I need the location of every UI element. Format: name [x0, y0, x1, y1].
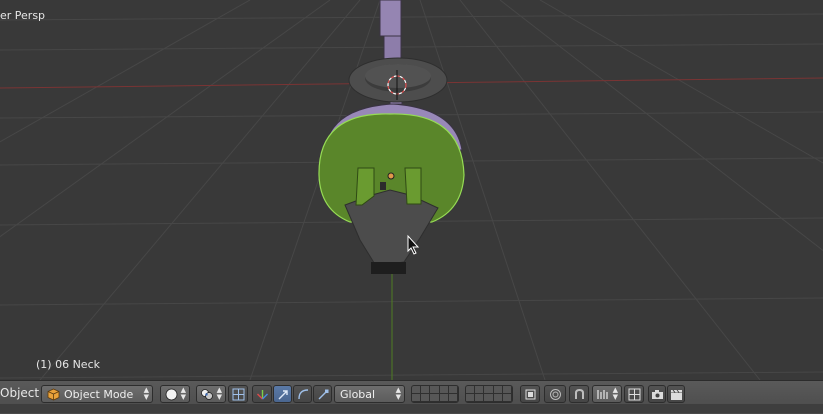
rotate-manipulator-button[interactable]: [293, 385, 312, 403]
snap-to-center-button[interactable]: [228, 385, 248, 403]
scene-layers-1[interactable]: [411, 385, 459, 403]
render-animation-button[interactable]: [667, 385, 685, 403]
view-name-label: er Persp: [0, 9, 46, 22]
rotate-arc-icon: [298, 389, 309, 400]
scale-manipulator-button[interactable]: [313, 385, 332, 403]
render-button[interactable]: [648, 385, 666, 403]
selector-arrows-icon: ▲ ▼: [612, 386, 618, 401]
pivot-point-icon: [201, 389, 213, 400]
snap-grid-icon: [628, 388, 641, 401]
mode-selector[interactable]: Object Mode ▲ ▼: [41, 385, 153, 403]
3d-viewport[interactable]: er Persp (1) 06 Neck: [0, 0, 823, 380]
selector-arrows-icon: ▲ ▼: [395, 386, 401, 401]
selector-arrows-icon: ▲ ▼: [143, 386, 149, 401]
camera-icon: [652, 390, 663, 399]
transform-axes-icon: [257, 390, 268, 400]
header-bottom-strip: [0, 404, 823, 413]
proportional-editing-button[interactable]: [544, 385, 566, 403]
selector-arrows-icon: ▲ ▼: [180, 386, 186, 401]
scale-icon: [318, 389, 329, 400]
snap-increment-icon: [597, 390, 608, 399]
viewport-canvas[interactable]: [0, 0, 823, 380]
transform-orientation-selector[interactable]: Global ▲ ▼: [334, 385, 405, 403]
proportional-edit-icon: [550, 389, 561, 400]
active-object-label: (1) 06 Neck: [36, 358, 100, 371]
magnet-icon: [575, 388, 584, 399]
transform-orientation-label: Global: [340, 387, 376, 401]
snap-element-selector[interactable]: ▲ ▼: [592, 385, 622, 403]
scene-layers-2[interactable]: [465, 385, 513, 403]
snap-target-button[interactable]: [624, 385, 644, 403]
object-menu[interactable]: Object: [0, 386, 39, 400]
manipulator-toggle-button[interactable]: [252, 385, 272, 403]
arrow-icon: [278, 390, 288, 400]
cube-icon: [47, 388, 60, 401]
pivot-point-selector[interactable]: ▲ ▼: [196, 385, 226, 403]
selector-arrows-icon: ▲ ▼: [216, 386, 222, 401]
lock-camera-button[interactable]: [520, 385, 540, 403]
translate-manipulator-button[interactable]: [273, 385, 292, 403]
layer-lock-icon: [525, 389, 536, 400]
neck-mesh[interactable]: [318, 103, 465, 274]
clapperboard-icon: [671, 389, 682, 400]
manipulator-center-icon: [232, 388, 245, 401]
viewport-shading-selector[interactable]: ▲ ▼: [160, 385, 190, 403]
sphere-solid-icon: [165, 388, 178, 401]
snap-toggle-button[interactable]: [569, 385, 589, 403]
ring-disc[interactable]: [348, 57, 448, 103]
